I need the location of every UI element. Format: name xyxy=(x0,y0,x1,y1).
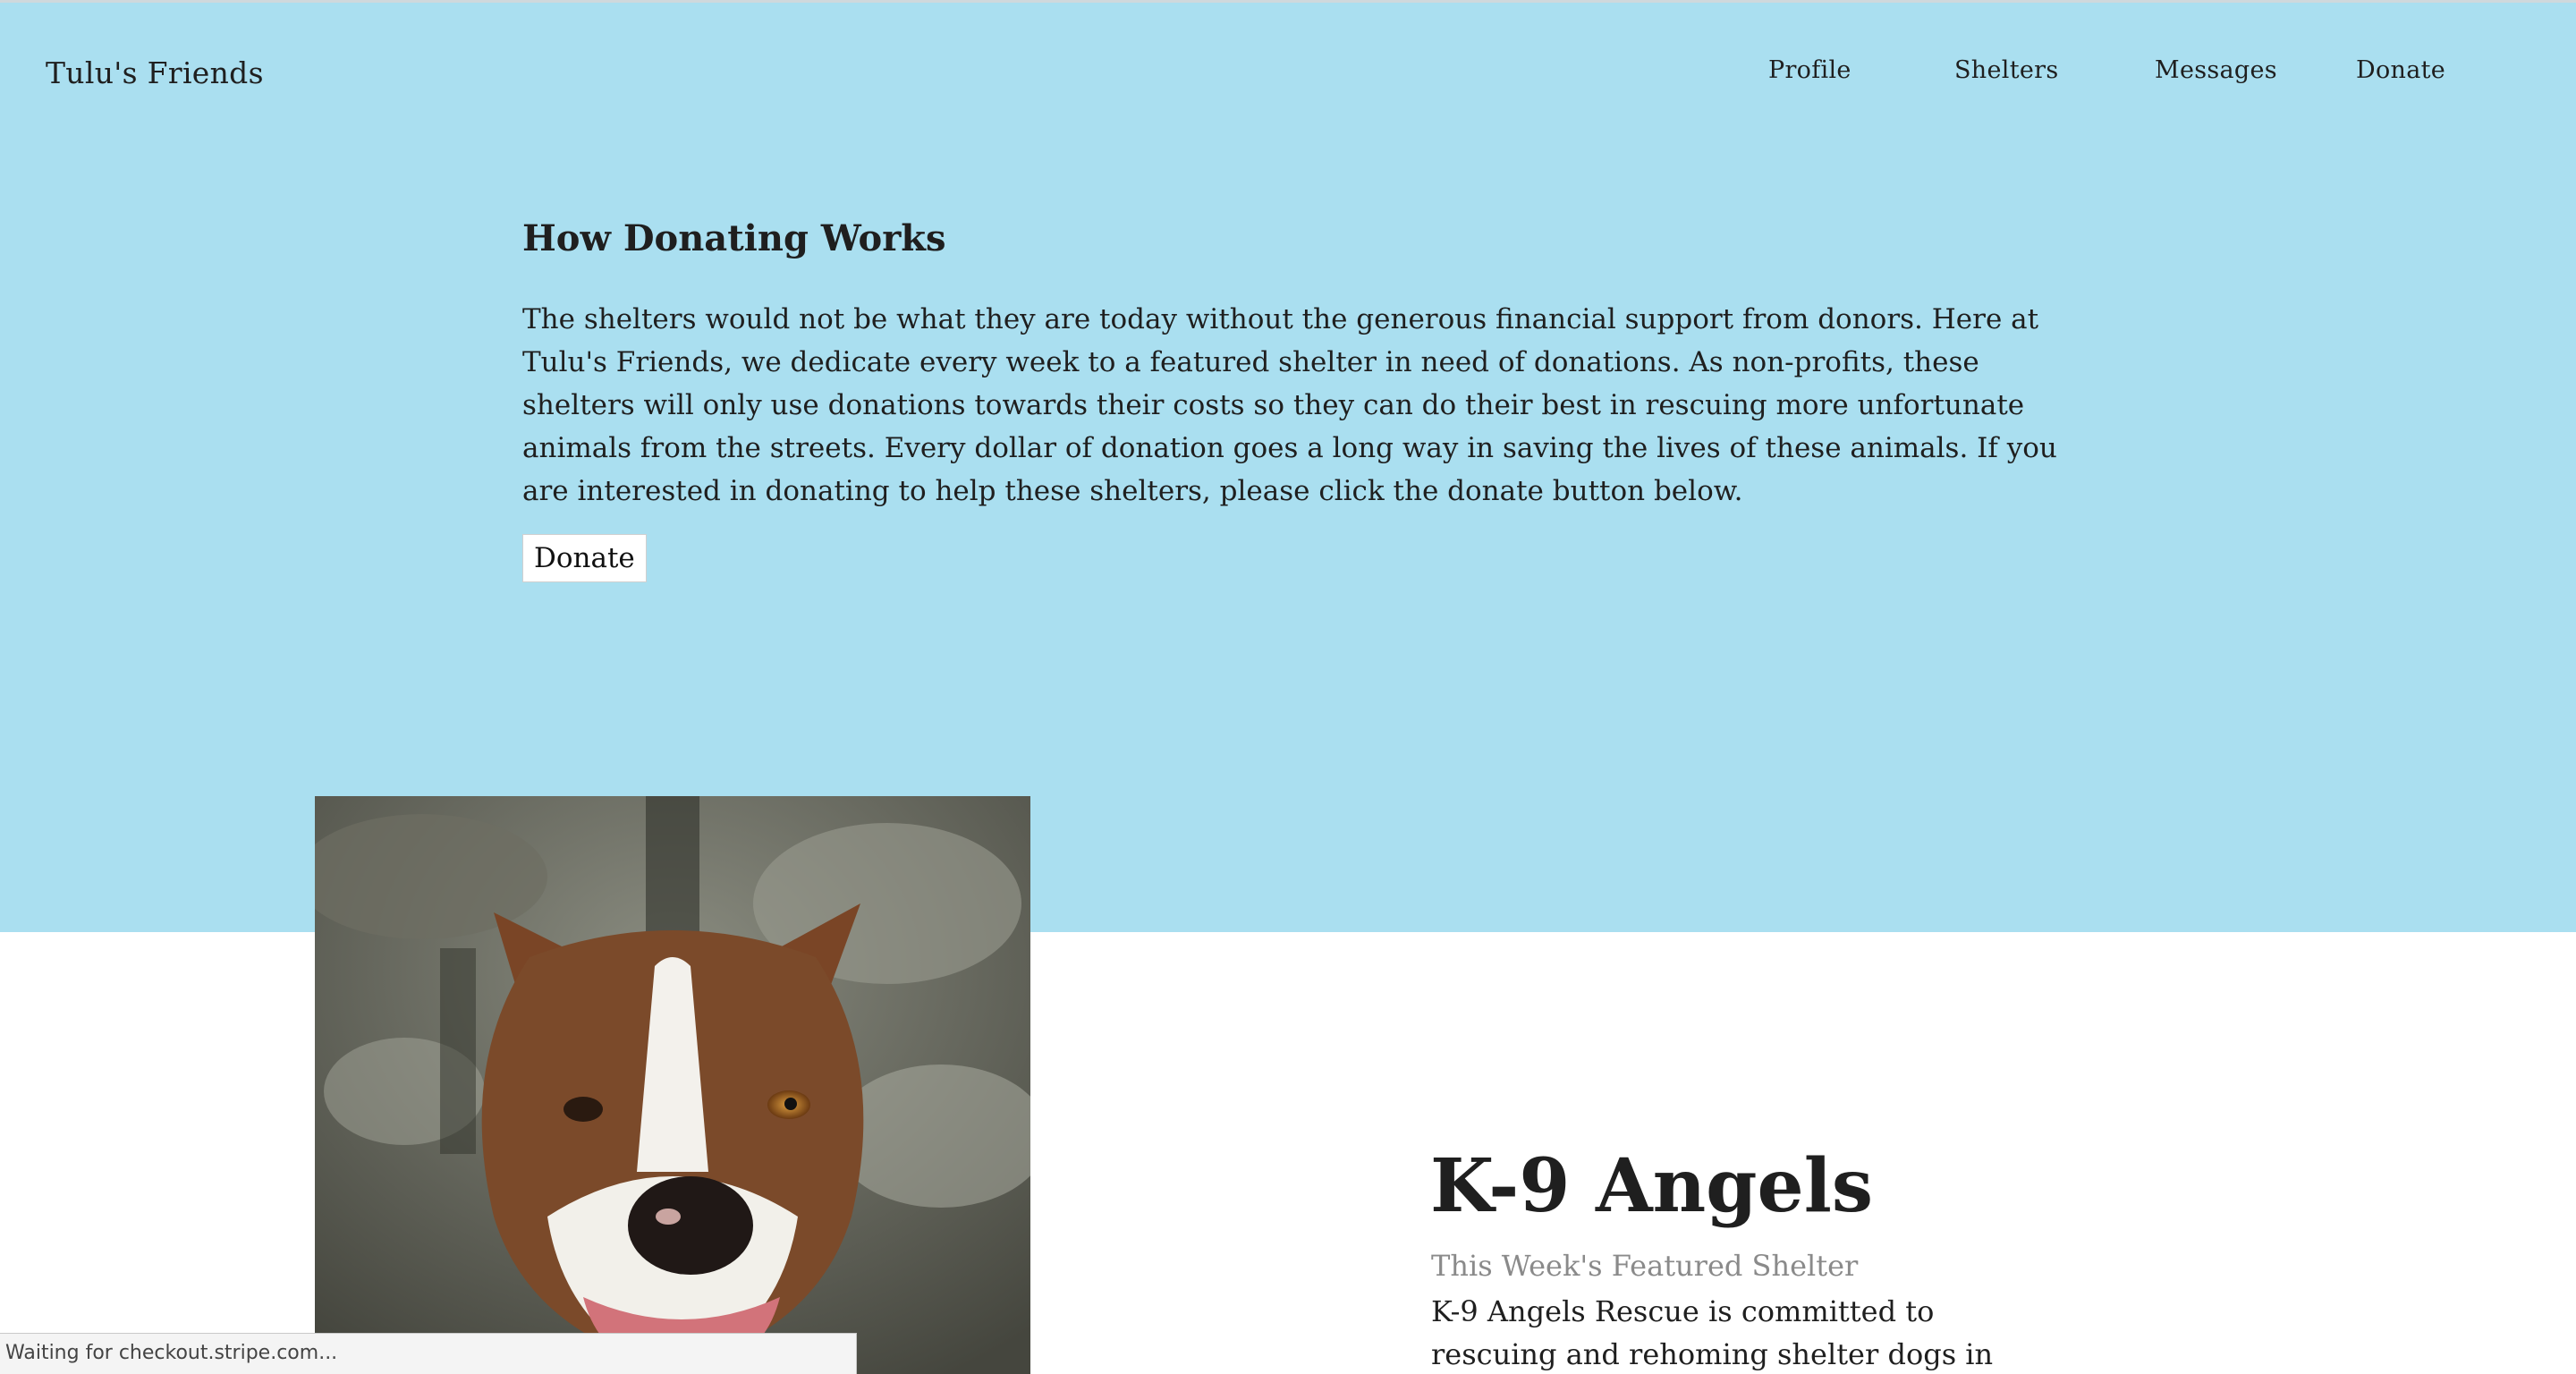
nav-link-messages[interactable]: Messages xyxy=(2155,56,2277,84)
featured-shelter-subtitle: This Week's Featured Shelter xyxy=(1431,1249,1859,1283)
site-logo[interactable]: Tulu's Friends xyxy=(46,55,264,90)
how-donating-heading: How Donating Works xyxy=(522,217,946,259)
nav-link-donate[interactable]: Donate xyxy=(2356,56,2445,84)
featured-shelter-name: K-9 Angels xyxy=(1430,1143,1874,1229)
hero-section: Tulu's Friends Profile Shelters Messages… xyxy=(0,3,2576,932)
nav-link-shelters[interactable]: Shelters xyxy=(1954,56,2059,84)
featured-shelter-description: K-9 Angels Rescue is committed to rescui… xyxy=(1431,1294,1994,1371)
donate-button[interactable]: Donate xyxy=(522,534,647,582)
dog-image xyxy=(315,796,1030,1374)
featured-dog-photo xyxy=(315,796,1030,1374)
nav-link-profile[interactable]: Profile xyxy=(1768,56,1852,84)
how-donating-text: The shelters would not be what they are … xyxy=(522,303,2057,507)
browser-status-bar: Waiting for checkout.stripe.com... xyxy=(0,1333,857,1374)
